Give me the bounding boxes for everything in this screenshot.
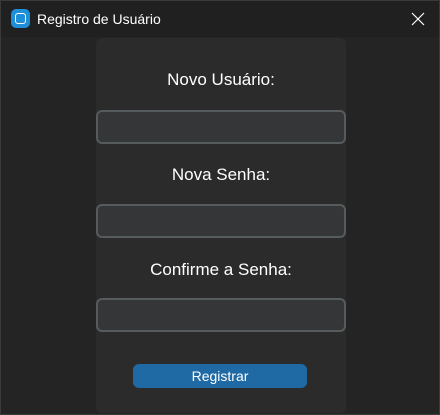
password-label: Nova Senha:	[171, 165, 271, 184]
password-input[interactable]	[96, 204, 346, 238]
register-button[interactable]: Registrar	[133, 364, 307, 388]
app-logo-icon	[11, 9, 30, 28]
username-label: Novo Usuário:	[167, 70, 275, 89]
form-panel: Novo Usuário: Nova Senha: Confirme a Sen…	[96, 38, 346, 413]
close-button[interactable]	[401, 3, 435, 35]
registration-window: Registro de Usuário Novo Usuário: Nova S…	[0, 0, 440, 415]
title-bar[interactable]: Registro de Usuário	[1, 1, 439, 37]
confirm-password-label: Confirme a Senha:	[150, 260, 292, 279]
window-title: Registro de Usuário	[37, 11, 161, 27]
username-input[interactable]	[96, 110, 346, 144]
confirm-password-input[interactable]	[96, 298, 346, 332]
close-icon	[411, 12, 425, 26]
